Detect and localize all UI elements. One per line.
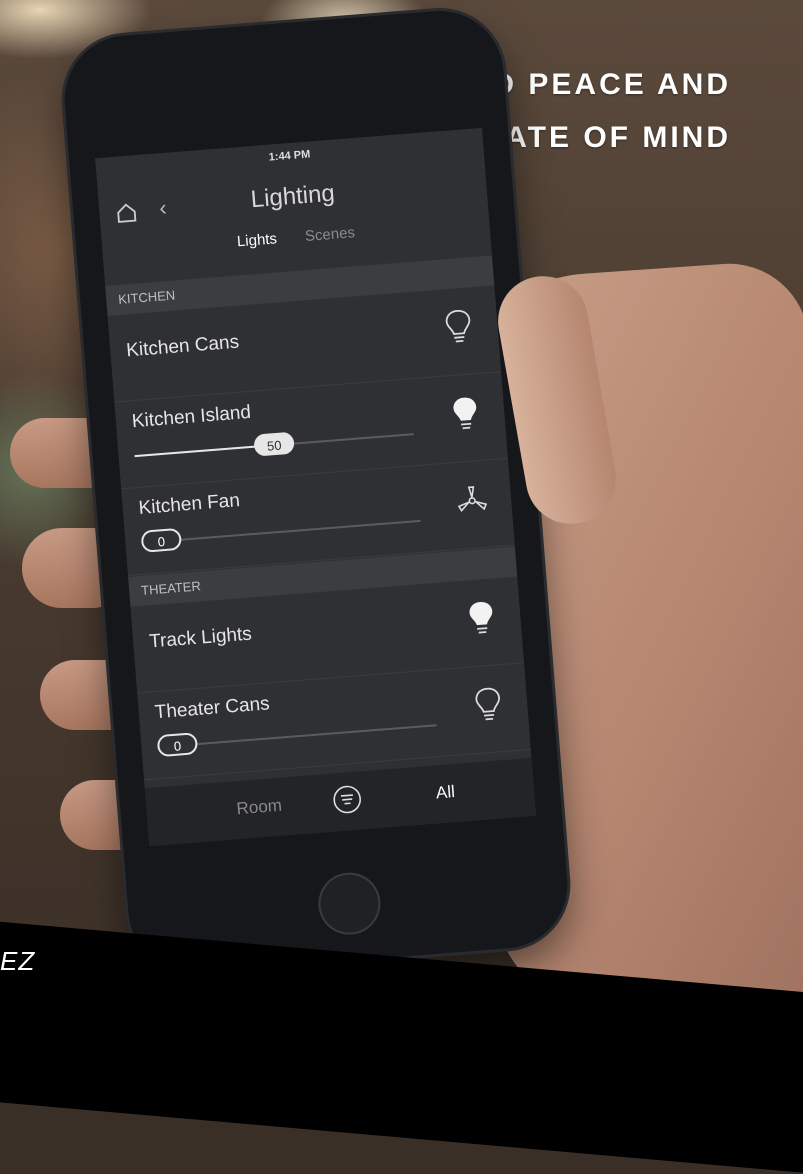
bulb-on-icon[interactable] [447, 394, 484, 435]
dimmer-slider[interactable]: 50 [135, 433, 414, 457]
phone: 1:44 PM ‹ Lighting Lights Scenes KITCHEN… [60, 6, 572, 978]
light-name: Track Lights [148, 624, 252, 654]
light-name: Kitchen Island [131, 402, 252, 433]
room-button[interactable]: Room [236, 796, 283, 819]
banner-text: EZ [0, 946, 35, 977]
slider-knob[interactable]: 0 [157, 732, 199, 757]
fan-slider[interactable]: 0 [141, 520, 420, 544]
slider-knob[interactable]: 0 [141, 528, 183, 553]
light-name: Kitchen Fan [138, 490, 241, 520]
bulb-on-icon[interactable] [463, 598, 500, 639]
bulb-off-icon[interactable] [440, 307, 477, 348]
dimmer-slider[interactable]: 0 [157, 724, 436, 748]
phone-screen: 1:44 PM ‹ Lighting Lights Scenes KITCHEN… [95, 128, 536, 846]
bulb-off-icon[interactable] [470, 685, 507, 726]
menu-icon[interactable] [331, 783, 363, 815]
slider-knob[interactable]: 50 [253, 432, 295, 457]
tab-scenes[interactable]: Scenes [304, 224, 355, 245]
phone-home-button[interactable] [316, 870, 383, 937]
light-name: Kitchen Cans [126, 332, 240, 363]
fan-icon[interactable] [454, 480, 491, 521]
tab-lights[interactable]: Lights [236, 230, 277, 250]
light-name: Theater Cans [154, 693, 270, 724]
all-button[interactable]: All [435, 782, 455, 803]
